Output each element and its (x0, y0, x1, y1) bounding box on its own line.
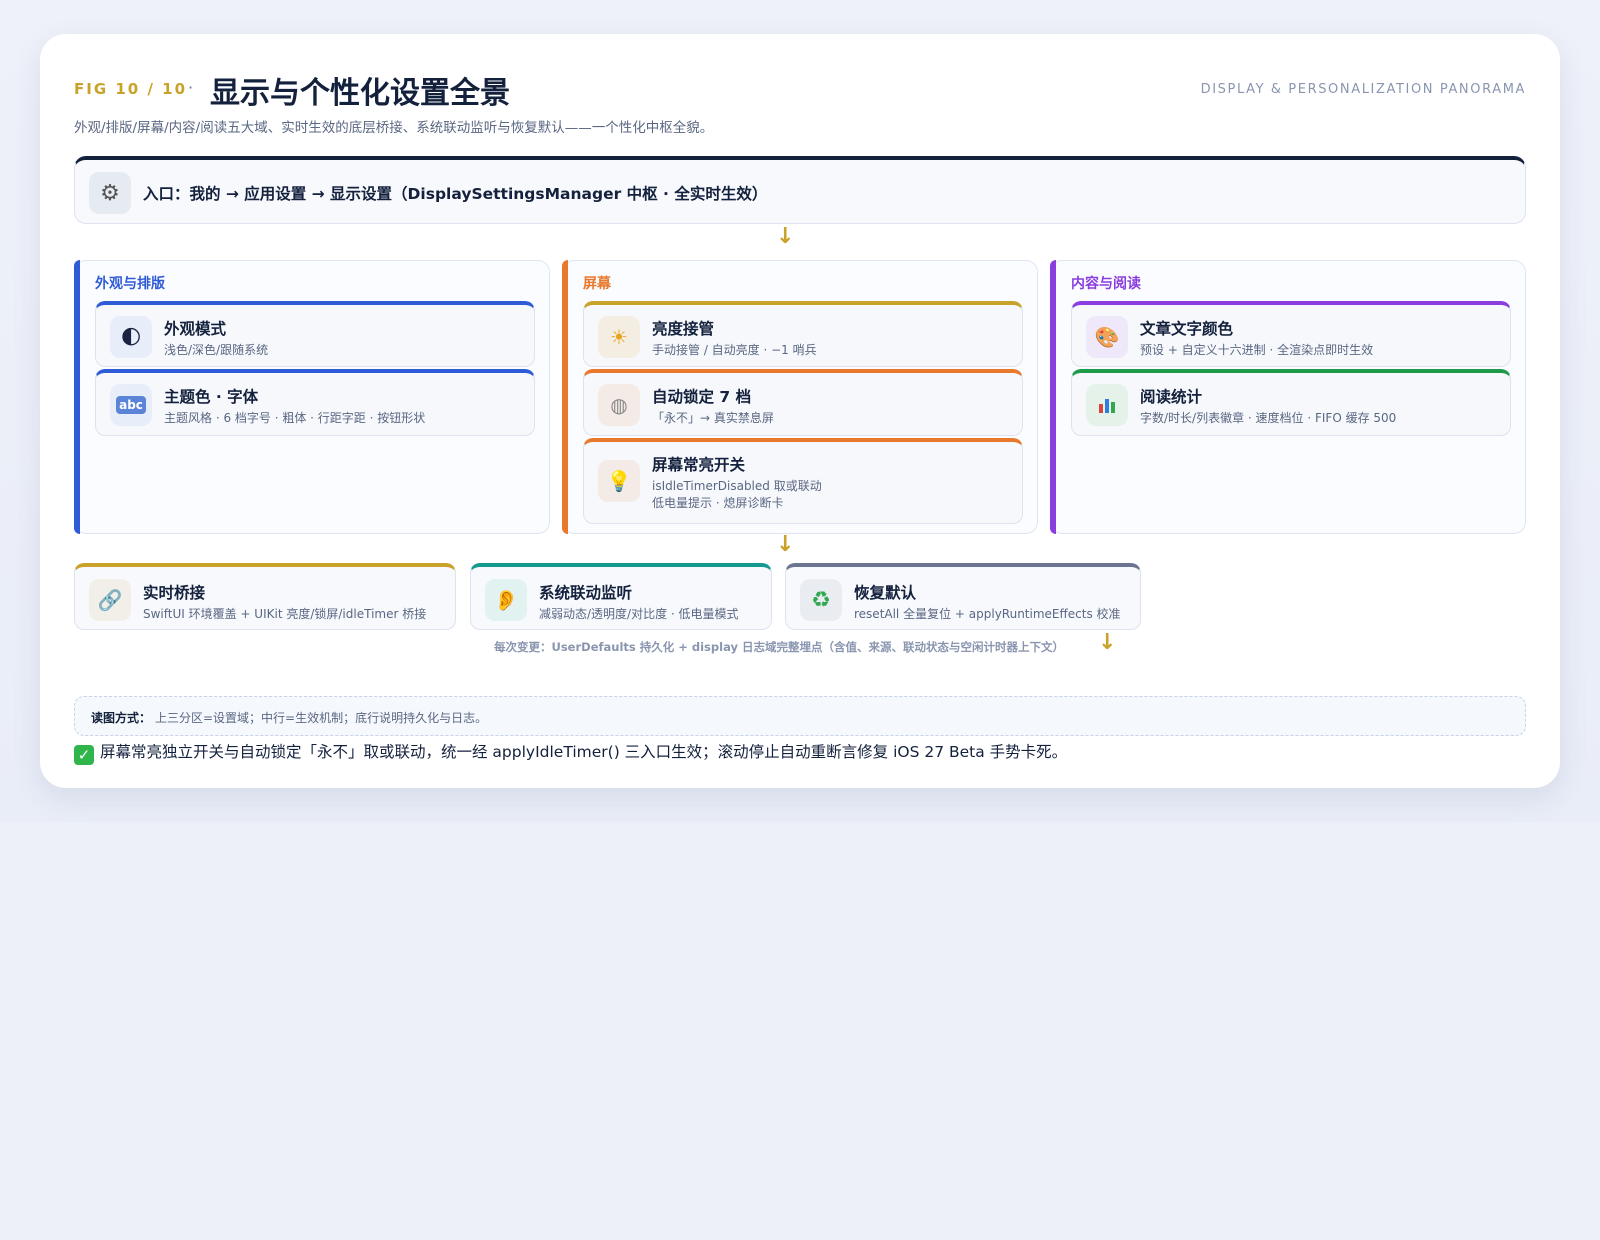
card-title: 外观模式 (164, 320, 227, 338)
card-title: 恢复默认 (854, 584, 917, 602)
card-desc: 预设 + 自定义十六进制 · 全渲染点即时生效 (1140, 343, 1374, 357)
palette-icon: 🎨 (1086, 316, 1128, 358)
card-desc: 手动接管 / 自动亮度 · −1 哨兵 (652, 343, 817, 357)
mechanism-card-system-listener: 👂 系统联动监听 减弱动态/透明度/对比度 · 低电量模式 (470, 563, 772, 630)
lock-icon: ◍ (598, 384, 640, 426)
card-title: 阅读统计 (1140, 388, 1203, 406)
card-title: 文章文字颜色 (1140, 320, 1234, 338)
english-title: DISPLAY & PERSONALIZATION PANORAMA (1200, 82, 1526, 97)
figure-number: FIG 10 / 10 (74, 80, 188, 98)
card-title: 自动锁定 7 档 (652, 388, 752, 406)
down-arrow-icon: ↓ (776, 224, 795, 249)
bar-chart-icon (1086, 384, 1128, 426)
column-accent-bar (74, 260, 80, 534)
card-title: 屏幕常亮开关 (652, 456, 746, 474)
page-title: 显示与个性化设置全景 (210, 76, 510, 111)
reading-guide-label: 读图方式： (91, 711, 152, 725)
card-desc: 「永不」→ 真实禁息屏 (652, 411, 774, 425)
card-desc: SwiftUI 环境覆盖 + UIKit 亮度/锁屏/idleTimer 桥接 (143, 607, 427, 621)
column-title: 屏幕 (583, 276, 611, 292)
reading-guide: 读图方式： 上三分区=设置域；中行=生效机制；底行说明持久化与日志。 (74, 696, 1526, 736)
down-arrow-icon: ↓ (776, 532, 795, 557)
ear-icon: 👂 (485, 579, 527, 621)
setting-card-text-color: 🎨 文章文字颜色 预设 + 自定义十六进制 · 全渲染点即时生效 (1071, 301, 1511, 367)
card-desc: 主题风格 · 6 档字号 · 粗体 · 行距字距 · 按钮形状 (164, 411, 426, 425)
reading-guide-text: 上三分区=设置域；中行=生效机制；底行说明持久化与日志。 (155, 711, 488, 725)
abc-icon: abc (110, 384, 152, 426)
card-desc: 减弱动态/透明度/对比度 · 低电量模式 (539, 607, 739, 621)
sun-icon: ☀ (598, 316, 640, 358)
domain-column-content-reading: 内容与阅读 🎨 文章文字颜色 预设 + 自定义十六进制 · 全渲染点即时生效 阅… (1050, 260, 1526, 534)
separator-dot: · (188, 78, 194, 97)
entry-path-text: 入口：我的 → 应用设置 → 显示设置（DisplaySettingsManag… (143, 185, 768, 203)
column-accent-bar (562, 260, 568, 534)
domain-column-screen: 屏幕 ☀ 亮度接管 手动接管 / 自动亮度 · −1 哨兵 ◍ 自动锁定 7 档… (562, 260, 1038, 534)
setting-card-brightness: ☀ 亮度接管 手动接管 / 自动亮度 · −1 哨兵 (583, 301, 1023, 367)
link-icon: 🔗 (89, 579, 131, 621)
setting-card-keep-awake: 💡 屏幕常亮开关 isIdleTimerDisabled 取或联动 低电量提示 … (583, 438, 1023, 524)
column-accent-bar (1050, 260, 1056, 534)
figure-card: FIG 10 / 10 · 显示与个性化设置全景 DISPLAY & PERSO… (40, 34, 1560, 788)
card-title: 实时桥接 (143, 584, 206, 602)
entry-path-box: ⚙ 入口：我的 → 应用设置 → 显示设置（DisplaySettingsMan… (74, 156, 1526, 224)
recycle-icon: ♻ (800, 579, 842, 621)
subtitle: 外观/排版/屏幕/内容/阅读五大域、实时生效的底层桥接、系统联动监听与恢复默认—… (74, 120, 714, 136)
card-desc-line2: 低电量提示 · 熄屏诊断卡 (652, 496, 784, 510)
card-title: 主题色 · 字体 (164, 388, 259, 406)
card-title: 系统联动监听 (539, 584, 633, 602)
domain-column-appearance: 外观与排版 🌓 外观模式 浅色/深色/跟随系统 abc 主题色 · 字体 主题风… (74, 260, 550, 534)
column-title: 外观与排版 (95, 276, 165, 292)
card-desc: 浅色/深色/跟随系统 (164, 343, 269, 357)
card-desc: 字数/时长/列表徽章 · 速度档位 · FIFO 缓存 500 (1140, 411, 1397, 425)
setting-card-appearance-mode: 🌓 外观模式 浅色/深色/跟随系统 (95, 301, 535, 367)
summary-note-text: 屏幕常亮独立开关与自动锁定「永不」取或联动，统一经 applyIdleTimer… (100, 743, 1068, 761)
card-desc: isIdleTimerDisabled 取或联动 (652, 479, 822, 493)
header: FIG 10 / 10 · 显示与个性化设置全景 DISPLAY & PERSO… (74, 68, 1526, 111)
mechanism-card-reset-defaults: ♻ 恢复默认 resetAll 全量复位 + applyRuntimeEffec… (785, 563, 1141, 630)
gear-icon: ⚙ (89, 172, 131, 214)
down-arrow-icon: ↓ (1098, 630, 1117, 655)
card-desc: resetAll 全量复位 + applyRuntimeEffects 校准 (854, 607, 1121, 621)
bulb-icon: 💡 (598, 460, 640, 502)
persistence-note: 每次变更：UserDefaults 持久化 + display 日志域完整埋点（… (494, 640, 1064, 654)
setting-card-theme-font: abc 主题色 · 字体 主题风格 · 6 档字号 · 粗体 · 行距字距 · … (95, 369, 535, 436)
setting-card-auto-lock: ◍ 自动锁定 7 档 「永不」→ 真实禁息屏 (583, 369, 1023, 436)
moon-icon: 🌓 (110, 316, 152, 358)
card-title: 亮度接管 (652, 320, 715, 338)
setting-card-reading-stats: 阅读统计 字数/时长/列表徽章 · 速度档位 · FIFO 缓存 500 (1071, 369, 1511, 436)
mechanism-card-realtime-bridge: 🔗 实时桥接 SwiftUI 环境覆盖 + UIKit 亮度/锁屏/idleTi… (74, 563, 456, 630)
summary-note: ✓ 屏幕常亮独立开关与自动锁定「永不」取或联动，统一经 applyIdleTime… (74, 740, 1067, 765)
column-title: 内容与阅读 (1071, 276, 1141, 292)
checkmark-icon: ✓ (74, 745, 94, 765)
